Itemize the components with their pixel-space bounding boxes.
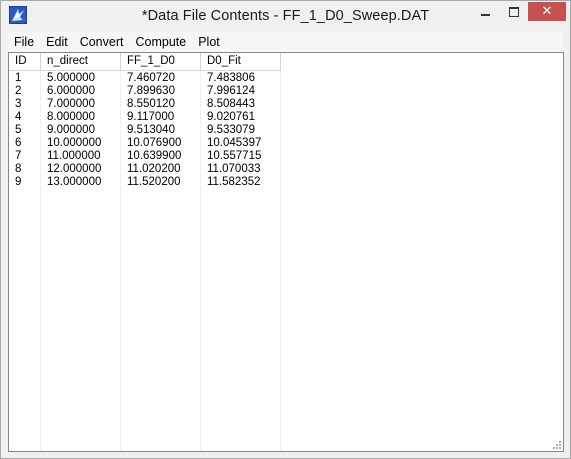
table-row[interactable]: 6 10.000000 10.076900 10.045397 xyxy=(9,137,563,150)
cell-n-direct: 13.000000 xyxy=(47,176,102,188)
table-row[interactable]: 8 12.000000 11.020200 11.070033 xyxy=(9,163,563,176)
resize-grip-icon[interactable] xyxy=(552,440,562,450)
cell-id: 1 xyxy=(15,72,22,84)
cell-n-direct: 8.000000 xyxy=(47,111,95,123)
cell-ff-1-d0: 11.520200 xyxy=(127,176,181,188)
cell-ff-1-d0: 11.020200 xyxy=(127,163,181,175)
cell-ff-1-d0: 7.899630 xyxy=(127,85,175,97)
column-header-id[interactable]: ID xyxy=(9,53,41,71)
cell-n-direct: 9.000000 xyxy=(47,124,95,136)
cell-n-direct: 10.000000 xyxy=(47,137,102,149)
menu-edit[interactable]: Edit xyxy=(40,32,74,52)
cell-ff-1-d0: 10.076900 xyxy=(127,137,182,149)
cell-ff-1-d0: 7.460720 xyxy=(127,72,175,84)
cell-id: 4 xyxy=(15,111,22,123)
cell-n-direct: 7.000000 xyxy=(47,98,95,110)
table-row[interactable]: 7 11.000000 10.639900 10.557715 xyxy=(9,150,563,163)
cell-id: 7 xyxy=(15,150,22,162)
column-header-ff-1-d0[interactable]: FF_1_D0 xyxy=(121,53,201,71)
cell-n-direct: 12.000000 xyxy=(47,163,102,175)
table-header: ID n_direct FF_1_D0 D0_Fit xyxy=(9,53,281,71)
cell-id: 8 xyxy=(15,163,22,175)
close-icon: ✕ xyxy=(541,4,553,19)
cell-n-direct: 5.000000 xyxy=(47,72,95,84)
cell-id: 9 xyxy=(15,176,22,188)
menu-convert[interactable]: Convert xyxy=(74,32,130,52)
maximize-button[interactable] xyxy=(500,2,527,22)
cell-d0-fit: 10.045397 xyxy=(207,137,262,149)
table-row[interactable]: 4 8.000000 9.117000 9.020761 xyxy=(9,111,563,124)
cell-d0-fit: 8.508443 xyxy=(207,98,255,110)
cell-d0-fit: 9.020761 xyxy=(207,111,255,123)
column-header-d0-fit[interactable]: D0_Fit xyxy=(201,53,281,71)
maximize-icon xyxy=(508,7,519,17)
cell-id: 3 xyxy=(15,98,22,110)
cell-d0-fit: 7.483806 xyxy=(207,72,255,84)
minimize-button[interactable] xyxy=(471,2,499,22)
menu-bar: File Edit Convert Compute Plot xyxy=(8,32,563,52)
cell-id: 2 xyxy=(15,85,22,97)
menu-file[interactable]: File xyxy=(8,32,40,52)
cell-d0-fit: 11.582352 xyxy=(207,176,261,188)
cell-ff-1-d0: 8.550120 xyxy=(127,98,175,110)
cell-id: 6 xyxy=(15,137,22,149)
column-header-n-direct[interactable]: n_direct xyxy=(41,53,121,71)
table-row[interactable]: 2 6.000000 7.899630 7.996124 xyxy=(9,85,563,98)
cell-n-direct: 11.000000 xyxy=(47,150,101,162)
cell-d0-fit: 9.533079 xyxy=(207,124,255,136)
title-bar[interactable]: *Data File Contents - FF_1_D0_Sweep.DAT … xyxy=(1,1,570,31)
menu-compute[interactable]: Compute xyxy=(129,32,192,52)
cell-d0-fit: 11.070033 xyxy=(207,163,261,175)
data-file-window: *Data File Contents - FF_1_D0_Sweep.DAT … xyxy=(0,0,571,459)
minimize-icon xyxy=(480,14,490,16)
close-button[interactable]: ✕ xyxy=(528,2,566,21)
cell-d0-fit: 7.996124 xyxy=(207,85,255,97)
table-row[interactable]: 5 9.000000 9.513040 9.533079 xyxy=(9,124,563,137)
cell-id: 5 xyxy=(15,124,22,136)
table-row[interactable]: 3 7.000000 8.550120 8.508443 xyxy=(9,98,563,111)
table-row[interactable]: 9 13.000000 11.520200 11.582352 xyxy=(9,176,563,189)
table-row[interactable]: 1 5.000000 7.460720 7.483806 xyxy=(9,72,563,85)
data-list-view[interactable]: ID n_direct FF_1_D0 D0_Fit 1 5.000000 7.… xyxy=(8,52,564,452)
cell-d0-fit: 10.557715 xyxy=(207,150,262,162)
cell-ff-1-d0: 9.117000 xyxy=(127,111,175,123)
cell-ff-1-d0: 9.513040 xyxy=(127,124,175,136)
menu-plot[interactable]: Plot xyxy=(192,32,226,52)
cell-n-direct: 6.000000 xyxy=(47,85,95,97)
cell-ff-1-d0: 10.639900 xyxy=(127,150,182,162)
table-body: 1 5.000000 7.460720 7.483806 2 6.000000 … xyxy=(9,72,563,451)
